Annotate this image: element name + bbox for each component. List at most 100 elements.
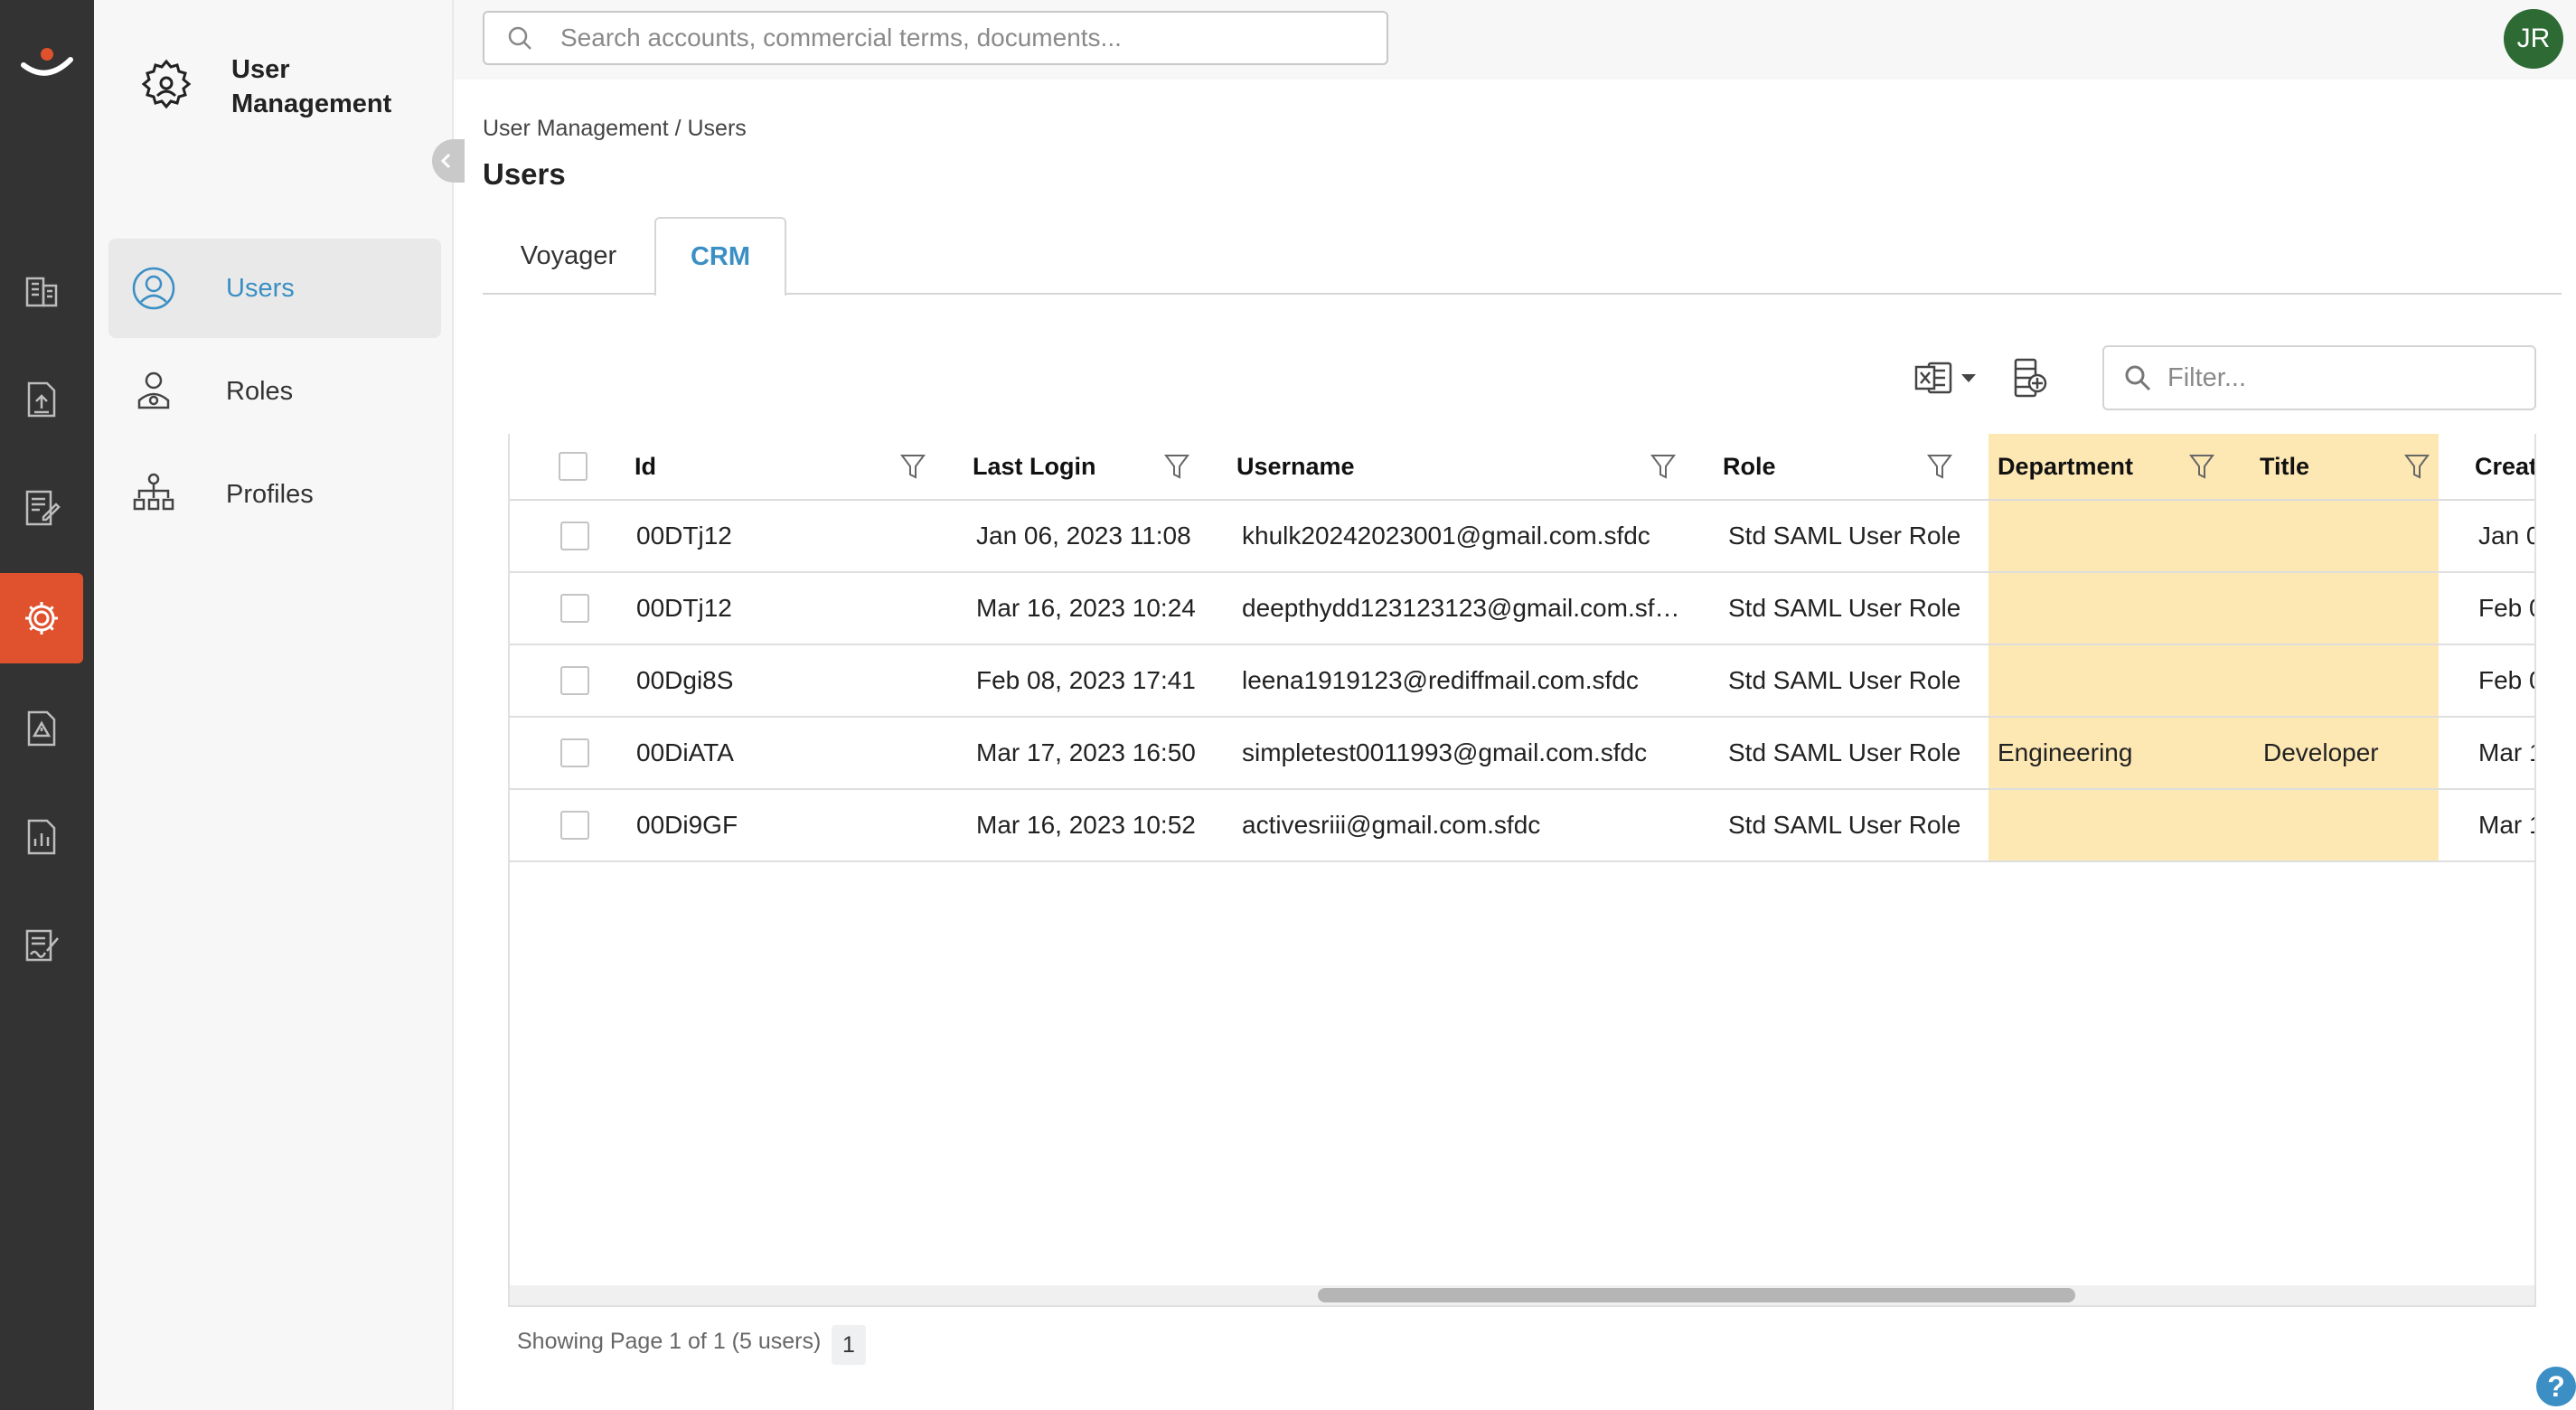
sidebar-nav: Users Roles Profiles (108, 239, 441, 548)
sidebar-item-users[interactable]: Users (108, 239, 441, 338)
cell-id: 00DTj12 (636, 594, 732, 622)
sidebar-item-label: Users (226, 273, 295, 303)
pagination-status: Showing Page 1 of 1 (5 users) (517, 1329, 822, 1354)
cell-title: Developer (2263, 738, 2379, 766)
rail-accounts-button[interactable] (0, 246, 83, 336)
filter-funnel-icon[interactable] (900, 453, 926, 480)
table-row[interactable]: 00Dgi8S Feb 08, 2023 17:41 leena1919123@… (510, 645, 2534, 718)
global-search[interactable] (483, 11, 1388, 65)
cell-department (1998, 790, 2233, 860)
org-chart-icon (133, 473, 174, 511)
report-document-icon (27, 819, 56, 855)
left-rail (0, 0, 94, 1410)
cell-title (2263, 790, 2426, 860)
rail-upload-button[interactable] (0, 354, 83, 445)
row-checkbox[interactable] (560, 811, 589, 840)
cell-created: Jan 0 (2478, 522, 2536, 550)
cell-last-login: Feb 08, 2023 17:41 (976, 666, 1196, 694)
sidebar-item-label: Roles (226, 376, 294, 406)
row-checkbox[interactable] (560, 738, 589, 767)
cell-created: Mar 1 (2478, 811, 2534, 839)
table-row[interactable]: 00Di9GF Mar 16, 2023 10:52 activesriii@g… (510, 790, 2534, 862)
cell-role: Std SAML User Role (1728, 522, 1961, 550)
cell-username: simpletest0011993@gmail.com.sfdc (1242, 738, 1648, 766)
row-checkbox[interactable] (560, 594, 589, 623)
cell-role: Std SAML User Role (1728, 594, 1961, 622)
column-settings-icon[interactable] (2008, 356, 2054, 401)
page-title: Users (483, 157, 566, 191)
filter-funnel-icon[interactable] (1927, 453, 1952, 480)
top-bar: JR (454, 0, 2576, 80)
column-header-username[interactable]: Username (1236, 434, 1688, 499)
cell-last-login: Mar 16, 2023 10:52 (976, 811, 1196, 839)
search-icon (508, 26, 531, 50)
table-header: Id Last Login Username Role Department T… (510, 434, 2534, 501)
sidebar: User Management Users Roles Profiles (94, 0, 465, 1410)
column-header-created[interactable]: Creat (2475, 434, 2534, 499)
table-row[interactable]: 00DTj12 Jan 06, 2023 11:08 khulk20242023… (510, 501, 2536, 573)
cell-username: activesriii@gmail.com.sfdc (1242, 811, 1541, 839)
cell-role: Std SAML User Role (1728, 738, 1961, 766)
filter-input[interactable] (2167, 362, 2529, 393)
sidebar-header: User Management (136, 52, 412, 121)
cell-title (2263, 645, 2426, 716)
column-header-title[interactable]: Title (2260, 434, 2422, 499)
cell-id: 00DTj12 (636, 522, 732, 550)
table-filter[interactable] (2102, 345, 2536, 410)
app-logo-icon[interactable] (13, 36, 81, 90)
cell-created: Feb 0 (2478, 594, 2534, 622)
rail-contracts-button[interactable] (0, 900, 83, 991)
sidebar-item-profiles[interactable]: Profiles (108, 445, 441, 544)
cell-department (1998, 573, 2233, 644)
tab-voyager[interactable]: Voyager (483, 217, 654, 295)
row-checkbox[interactable] (560, 666, 589, 695)
cell-role: Std SAML User Role (1728, 811, 1961, 839)
chevron-left-icon (440, 153, 451, 169)
cell-username: deepthydd123123123@gmail.com.sf… (1242, 594, 1680, 622)
cell-id: 00Di9GF (636, 811, 738, 839)
page-1-button[interactable]: 1 (832, 1325, 866, 1365)
document-edit-icon (25, 490, 61, 526)
row-checkbox[interactable] (560, 522, 589, 550)
search-icon (2125, 365, 2151, 391)
filter-funnel-icon[interactable] (2189, 453, 2214, 480)
rail-reports-button[interactable] (0, 792, 83, 882)
filter-funnel-icon[interactable] (1164, 453, 1189, 480)
horizontal-scrollbar[interactable] (510, 1285, 2534, 1305)
collapse-sidebar-button[interactable] (432, 139, 465, 183)
table-row[interactable]: 00DiATA Mar 17, 2023 16:50 simpletest001… (510, 718, 2534, 790)
column-header-id[interactable]: Id (635, 434, 906, 499)
alert-document-icon (27, 710, 56, 747)
cell-last-login: Mar 16, 2023 10:24 (976, 594, 1196, 622)
filter-funnel-icon[interactable] (1650, 453, 1676, 480)
help-icon[interactable]: ? (2536, 1367, 2576, 1406)
tab-bar: Voyager CRM (483, 217, 2562, 296)
scrollbar-thumb[interactable] (1318, 1288, 2075, 1302)
users-table: Id Last Login Username Role Department T… (508, 434, 2536, 1307)
sidebar-title: User Management (231, 55, 392, 118)
contract-sign-icon (25, 929, 59, 962)
filter-funnel-icon[interactable] (2404, 453, 2430, 480)
search-input[interactable] (560, 24, 1374, 52)
rail-edit-button[interactable] (0, 463, 83, 553)
tab-crm[interactable]: CRM (654, 217, 786, 296)
cell-username: leena1919123@rediffmail.com.sfdc (1242, 666, 1639, 694)
cell-id: 00Dgi8S (636, 666, 734, 694)
cell-role: Std SAML User Role (1728, 666, 1961, 694)
cell-department: Engineering (1998, 738, 2133, 766)
select-all-checkbox[interactable] (559, 452, 588, 481)
chevron-down-icon (1961, 373, 1976, 382)
avatar[interactable]: JR (2504, 9, 2563, 69)
sidebar-item-roles[interactable]: Roles (108, 342, 441, 441)
gear-icon (141, 59, 192, 109)
user-role-icon (137, 371, 170, 409)
document-upload-icon (27, 381, 56, 418)
rail-settings-button[interactable] (0, 573, 83, 663)
rail-alerts-button[interactable] (0, 683, 83, 774)
user-circle-icon (132, 267, 175, 310)
export-excel-button[interactable] (1913, 354, 1981, 401)
table-row[interactable]: 00DTj12 Mar 16, 2023 10:24 deepthydd1231… (510, 573, 2534, 645)
cell-title (2263, 573, 2426, 644)
cell-created: Feb 0 (2478, 666, 2534, 694)
excel-icon (1914, 362, 1952, 394)
